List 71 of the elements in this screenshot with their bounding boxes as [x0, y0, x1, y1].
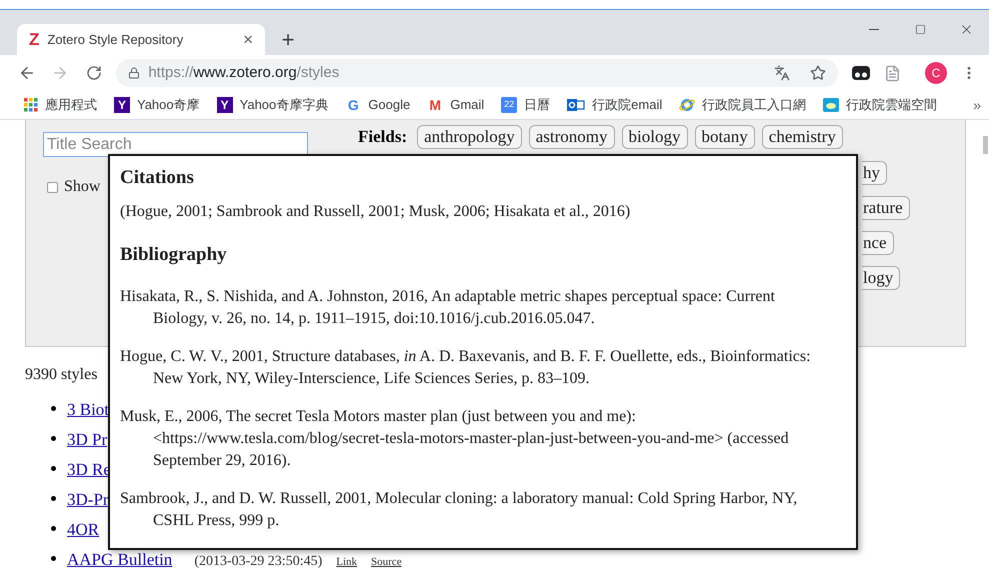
minimize-icon: [869, 28, 879, 30]
field-chip[interactable]: nce: [862, 230, 894, 254]
style-link[interactable]: 3D Pr: [67, 427, 108, 452]
bibliography-entry: Musk, E., 2006, The secret Tesla Motors master plan (just between you and me): <https://www.tesla.com/blog/secret-tesla-motors-master-plan-just-between-you-and-me> (accessed September 29, 2016).: [120, 406, 790, 470]
bullet-icon: [51, 556, 56, 560]
scrollbar-thumb[interactable]: [983, 136, 988, 154]
browser-logo-icon: [679, 97, 696, 113]
style-date: (2013-03-29 23:50:45): [194, 553, 322, 569]
maximize-icon: [914, 24, 926, 34]
bookmark-item[interactable]: M Gmail: [427, 95, 484, 115]
bullet-icon: [51, 436, 56, 440]
citations-heading: Citations: [120, 166, 195, 188]
field-chip[interactable]: astronomy: [528, 124, 615, 149]
bookmark-item[interactable]: 22 日曆: [501, 95, 550, 115]
show-checkbox[interactable]: [47, 182, 58, 192]
close-tab-button[interactable]: ×: [243, 26, 253, 52]
bookmark-item[interactable]: Y Yahoo奇摩字典: [216, 95, 328, 115]
style-link[interactable]: 3D-Pr: [67, 487, 109, 512]
field-chip[interactable]: hy: [862, 160, 887, 184]
field-chip[interactable]: rature: [862, 196, 910, 220]
address-bar[interactable]: https://www.zotero.org/styles: [116, 59, 838, 87]
style-link[interactable]: AAPG Bulletin: [67, 547, 172, 569]
apps-grid-icon: [24, 98, 38, 112]
url-text: https://www.zotero.org/styles: [148, 62, 340, 83]
field-chip[interactable]: anthropology: [417, 124, 522, 149]
translate-icon[interactable]: [774, 65, 790, 81]
style-count: 9390 styles: [25, 365, 98, 385]
bookmark-logo-icon: Y: [114, 97, 130, 113]
style-action-link[interactable]: Source: [371, 554, 402, 569]
bookmark-item[interactable]: 行政院email: [567, 95, 662, 115]
new-tab-button[interactable]: +: [273, 24, 303, 55]
bookmark-item[interactable]: 應用程式: [24, 95, 97, 115]
field-chip[interactable]: biology: [622, 124, 688, 149]
bookmark-star-icon[interactable]: [810, 65, 826, 81]
browser-tab[interactable]: Z Zotero Style Repository ×: [17, 24, 265, 55]
checkbox-label: Show: [64, 177, 100, 197]
cloud-icon: [823, 97, 840, 113]
bookmark-item[interactable]: G Google: [345, 95, 410, 115]
calendar-icon: 22: [501, 97, 518, 113]
bookmark-item[interactable]: Y Yahoo奇摩: [114, 95, 200, 115]
bookmark-logo-icon: Y: [216, 97, 233, 113]
field-chip[interactable]: botany: [694, 124, 755, 149]
document-icon[interactable]: [884, 64, 901, 82]
tab-title: Zotero Style Repository: [47, 30, 184, 49]
lock-icon: [128, 67, 140, 79]
field-chip[interactable]: chemistry: [762, 124, 843, 149]
title-search-field[interactable]: Title Search: [43, 132, 308, 157]
tab-favicon: Z: [29, 28, 40, 51]
mail-icon: M: [427, 97, 444, 113]
style-link[interactable]: 3 Biot: [67, 397, 110, 422]
bibliography-heading: Bibliography: [120, 243, 228, 267]
citation-text: (Hogue, 2001; Sambrook and Russell, 2001; Musk, 2006; Hisakata et al., 2016): [120, 202, 632, 222]
field-chip[interactable]: logy: [862, 266, 900, 290]
bullet-icon: [51, 466, 56, 470]
extension-icon[interactable]: [852, 66, 870, 80]
bullet-icon: [51, 406, 56, 410]
bullet-icon: [51, 526, 56, 530]
bookmark-item[interactable]: 行政院員工入口網: [679, 95, 806, 115]
bookmark-item[interactable]: 行政院雲端空間: [823, 95, 938, 115]
mail-app-icon: [567, 97, 586, 113]
bibliography-entry: Hisakata, R., S. Nishida, and A. Johnston, 2016, An adaptable metric shapes perceptual space: Current Biology, v. 26, no. 14, p. 1911–1915, doi:10.1016/j.cub.2016.05.047.: [120, 286, 776, 328]
more-bookmarks-button[interactable]: »: [973, 94, 981, 116]
profile-avatar[interactable]: C: [925, 62, 947, 84]
style-action-link[interactable]: Link: [336, 554, 358, 569]
bookmark-logo-icon: G: [345, 97, 362, 113]
fields-label: Fields:: [358, 126, 408, 148]
bullet-icon: [51, 496, 56, 500]
bibliography-entry: Hogue, C. W. V., 2001, Structure databases, in A. D. Baxevanis, and B. F. F. Ouellette, eds., Bioinformatics: New York, NY, Wiley-Interscience, Life Sciences Series, p. 83–109.: [120, 346, 812, 388]
style-link[interactable]: 4OR: [67, 517, 100, 542]
reload-icon: [86, 65, 102, 81]
bibliography-entry: Sambrook, J., and D. W. Russell, 2001, Molecular cloning: a laboratory manual: Cold Spring Harbor, NY, CSHL Press, 999 p.: [120, 488, 798, 530]
